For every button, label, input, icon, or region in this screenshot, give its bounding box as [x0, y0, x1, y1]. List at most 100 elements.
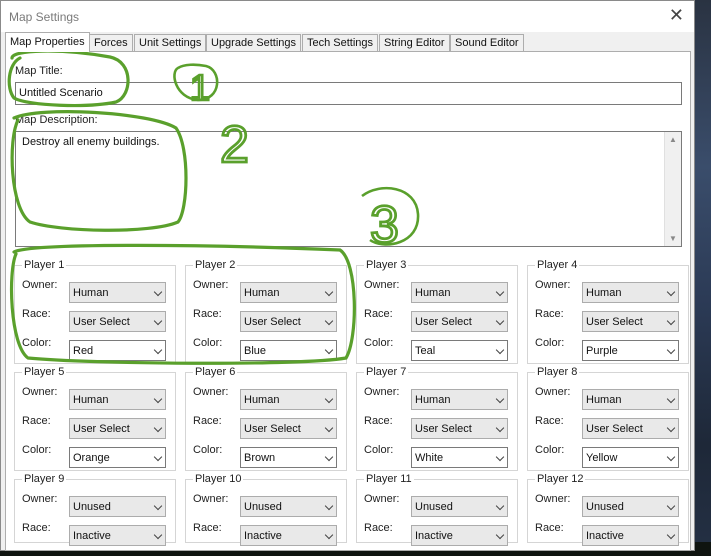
tab-map-properties[interactable]: Map Properties [5, 32, 90, 52]
race-label: Race: [364, 415, 393, 427]
owner-dropdown[interactable]: Human [69, 282, 166, 303]
color-value: White [415, 452, 444, 464]
race-dropdown[interactable]: Inactive [582, 525, 679, 546]
race-label: Race: [193, 522, 222, 534]
chevron-down-icon[interactable] [324, 501, 334, 511]
color-dropdown[interactable]: Red [69, 340, 166, 361]
owner-value: Human [73, 287, 109, 299]
player-group: Player 9 Owner: Unused Race: Inactive [14, 473, 176, 546]
chevron-down-icon[interactable] [666, 394, 676, 404]
scroll-up-icon[interactable]: ▲ [669, 135, 677, 144]
race-dropdown[interactable]: User Select [69, 311, 166, 332]
player-name: Player 1 [22, 259, 67, 271]
chevron-down-icon[interactable] [495, 501, 505, 511]
chevron-down-icon[interactable] [324, 530, 334, 540]
race-dropdown[interactable]: Inactive [240, 525, 337, 546]
tab-tech-settings[interactable]: Tech Settings [302, 34, 379, 51]
close-icon[interactable]: ✕ [669, 5, 684, 26]
owner-dropdown[interactable]: Human [240, 389, 337, 410]
chevron-down-icon[interactable] [324, 394, 334, 404]
chevron-down-icon[interactable] [666, 316, 676, 326]
chevron-down-icon[interactable] [495, 452, 505, 462]
player-name: Player 2 [193, 259, 238, 271]
race-value: User Select [415, 316, 472, 328]
chevron-down-icon[interactable] [495, 316, 505, 326]
owner-dropdown[interactable]: Human [240, 282, 337, 303]
owner-dropdown[interactable]: Unused [69, 496, 166, 517]
tab-forces[interactable]: Forces [89, 34, 133, 51]
race-dropdown[interactable]: Inactive [69, 525, 166, 546]
chevron-down-icon[interactable] [153, 423, 163, 433]
owner-dropdown[interactable]: Human [582, 282, 679, 303]
color-value: Blue [244, 345, 267, 357]
chevron-down-icon[interactable] [153, 287, 163, 297]
player-name: Player 3 [364, 259, 409, 271]
color-value: Purple [586, 345, 618, 357]
owner-dropdown[interactable]: Human [69, 389, 166, 410]
owner-value: Human [244, 287, 280, 299]
owner-label: Owner: [535, 493, 571, 505]
chevron-down-icon[interactable] [666, 530, 676, 540]
chevron-down-icon[interactable] [495, 345, 505, 355]
chevron-down-icon[interactable] [324, 452, 334, 462]
color-dropdown[interactable]: White [411, 447, 508, 468]
race-dropdown[interactable]: User Select [69, 418, 166, 439]
chevron-down-icon[interactable] [153, 501, 163, 511]
color-dropdown[interactable]: Brown [240, 447, 337, 468]
tab-sound-editor[interactable]: Sound Editor [450, 34, 524, 51]
chevron-down-icon[interactable] [324, 316, 334, 326]
color-dropdown[interactable]: Teal [411, 340, 508, 361]
owner-dropdown[interactable]: Unused [240, 496, 337, 517]
race-value: User Select [586, 316, 643, 328]
chevron-down-icon[interactable] [495, 394, 505, 404]
owner-dropdown[interactable]: Human [411, 282, 508, 303]
owner-label: Owner: [364, 386, 400, 398]
owner-dropdown[interactable]: Human [582, 389, 679, 410]
chevron-down-icon[interactable] [495, 423, 505, 433]
owner-value: Human [244, 394, 280, 406]
race-dropdown[interactable]: User Select [411, 311, 508, 332]
chevron-down-icon[interactable] [153, 316, 163, 326]
chevron-down-icon[interactable] [495, 287, 505, 297]
color-dropdown[interactable]: Orange [69, 447, 166, 468]
chevron-down-icon[interactable] [666, 287, 676, 297]
race-dropdown[interactable]: User Select [240, 418, 337, 439]
owner-dropdown[interactable]: Human [411, 389, 508, 410]
chevron-down-icon[interactable] [666, 345, 676, 355]
race-dropdown[interactable]: User Select [240, 311, 337, 332]
tab-upgrade-settings[interactable]: Upgrade Settings [206, 34, 301, 51]
map-title-input[interactable]: Untitled Scenario [15, 82, 682, 105]
chevron-down-icon[interactable] [153, 452, 163, 462]
color-dropdown[interactable]: Purple [582, 340, 679, 361]
owner-dropdown[interactable]: Unused [411, 496, 508, 517]
map-description-textarea[interactable]: Destroy all enemy buildings. ▲ ▼ [15, 131, 682, 247]
race-dropdown[interactable]: Inactive [411, 525, 508, 546]
owner-label: Owner: [22, 493, 58, 505]
race-dropdown[interactable]: User Select [582, 418, 679, 439]
color-dropdown[interactable]: Yellow [582, 447, 679, 468]
chevron-down-icon[interactable] [324, 287, 334, 297]
race-dropdown[interactable]: User Select [411, 418, 508, 439]
owner-value: Unused [244, 501, 282, 513]
race-dropdown[interactable]: User Select [582, 311, 679, 332]
chevron-down-icon[interactable] [153, 394, 163, 404]
player-group: Player 12 Owner: Unused Race: Inactive [527, 473, 689, 546]
chevron-down-icon[interactable] [495, 530, 505, 540]
chevron-down-icon[interactable] [324, 423, 334, 433]
race-label: Race: [22, 308, 51, 320]
tab-unit-settings[interactable]: Unit Settings [134, 34, 207, 51]
chevron-down-icon[interactable] [153, 530, 163, 540]
chevron-down-icon[interactable] [666, 452, 676, 462]
chevron-down-icon[interactable] [666, 423, 676, 433]
tab-string-editor[interactable]: String Editor [379, 34, 450, 51]
chevron-down-icon[interactable] [666, 501, 676, 511]
player-group: Player 6 Owner: Human Race: User Select Color… [185, 366, 347, 471]
chevron-down-icon[interactable] [324, 345, 334, 355]
color-dropdown[interactable]: Blue [240, 340, 337, 361]
chevron-down-icon[interactable] [153, 345, 163, 355]
color-label: Color: [364, 444, 394, 456]
owner-dropdown[interactable]: Unused [582, 496, 679, 517]
scroll-down-icon[interactable]: ▼ [669, 234, 677, 243]
description-scrollbar[interactable]: ▲ ▼ [664, 132, 681, 246]
race-label: Race: [193, 308, 222, 320]
